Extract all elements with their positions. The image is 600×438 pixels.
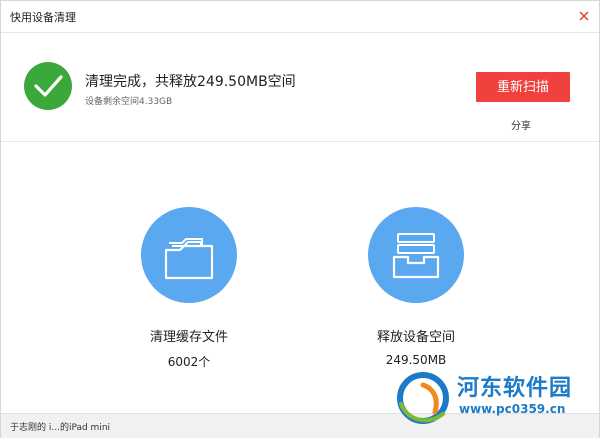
success-check-icon — [24, 62, 72, 110]
inbox-tray-icon — [368, 207, 464, 303]
watermark-logo-icon — [397, 372, 449, 424]
close-button[interactable] — [575, 7, 593, 25]
stat-cache-files: 清理缓存文件 6002个 — [109, 207, 269, 370]
device-name: 于志刚的 i...的iPad mini — [10, 423, 111, 433]
result-headline: 清理完成，共释放249.50MB空间 — [85, 74, 296, 90]
watermark-name: 河东软件园 — [457, 376, 573, 401]
site-watermark: 河东软件园 www.pc0359.cn — [393, 368, 598, 428]
stat-freed-space: 释放设备空间 249.50MB — [336, 207, 496, 367]
stat-label: 清理缓存文件 — [149, 330, 228, 345]
folder-icon — [141, 207, 237, 303]
result-header: 清理完成，共释放249.50MB空间 设备剩余空间4.33GB 重新扫描 分享 — [1, 33, 599, 142]
rescan-button[interactable]: 重新扫描 — [476, 72, 570, 102]
remaining-space-text: 设备剩余空间4.33GB — [85, 97, 173, 107]
stat-label: 释放设备空间 — [376, 330, 455, 345]
watermark-url: www.pc0359.cn — [459, 402, 566, 416]
close-icon — [579, 11, 589, 21]
window-title: 快用设备清理 — [10, 11, 76, 24]
title-bar: 快用设备清理 — [1, 1, 599, 33]
share-link[interactable]: 分享 — [511, 117, 531, 132]
stat-value: 6002个 — [167, 355, 211, 369]
stat-value: 249.50MB — [385, 353, 447, 367]
